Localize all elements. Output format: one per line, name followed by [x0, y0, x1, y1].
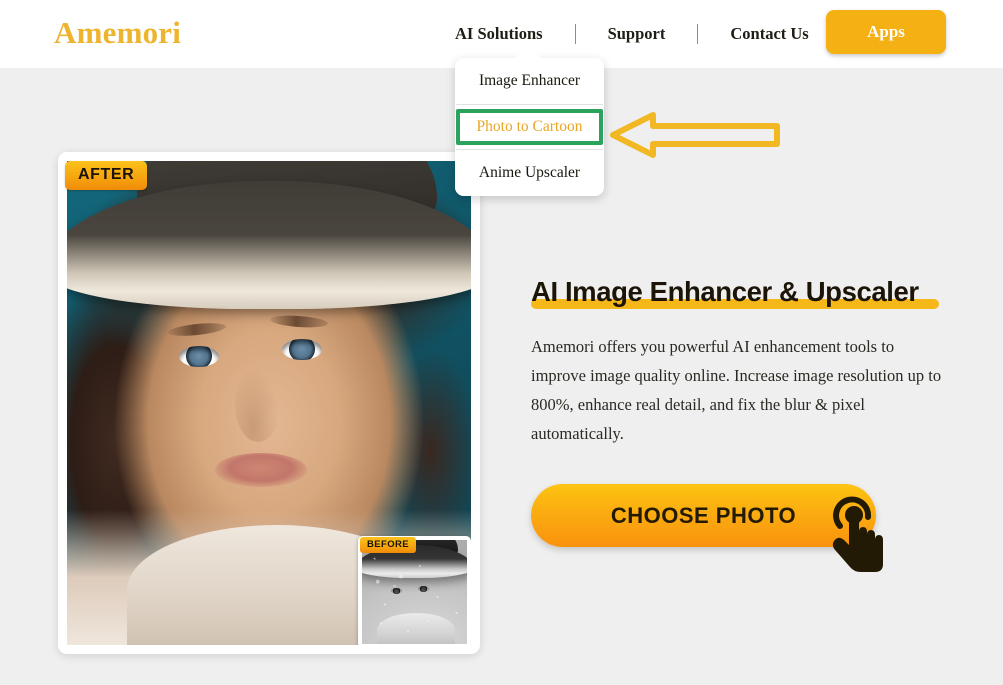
- nav-item-support[interactable]: Support: [608, 24, 666, 44]
- choose-photo-label: CHOOSE PHOTO: [610, 502, 797, 528]
- dropdown-item-anime-upscaler[interactable]: Anime Upscaler: [455, 150, 604, 196]
- dropdown-divider: [456, 104, 603, 105]
- site-logo[interactable]: Amemori: [54, 15, 181, 51]
- before-after-photo-card: AFTER BEFORE: [58, 152, 480, 654]
- nav-item-contact-us[interactable]: Contact Us: [730, 24, 808, 44]
- eye-right: [282, 339, 322, 360]
- nav-item-ai-solutions[interactable]: AI Solutions: [455, 24, 543, 44]
- headline-text: AI Image Enhancer & Upscaler: [531, 276, 919, 307]
- eyebrow-left: [167, 320, 227, 339]
- before-image: [362, 540, 467, 644]
- nav-divider: [697, 24, 699, 44]
- dropdown-item-photo-to-cartoon[interactable]: Photo to Cartoon: [456, 109, 603, 145]
- tap-hand-icon: [832, 496, 883, 572]
- lips: [215, 453, 307, 487]
- hat-brim: [67, 181, 471, 309]
- page-title: AI Image Enhancer & Upscaler: [531, 276, 939, 310]
- after-badge: AFTER: [65, 161, 148, 190]
- eye-left: [179, 346, 219, 367]
- before-thumbnail[interactable]: BEFORE: [358, 536, 471, 645]
- choose-photo-button[interactable]: CHOOSE PHOTO: [531, 484, 883, 572]
- before-badge: BEFORE: [360, 537, 416, 553]
- film-damage-overlay: [362, 540, 467, 644]
- ai-solutions-dropdown: Image Enhancer Photo to Cartoon Anime Up…: [455, 58, 604, 196]
- eyebrow-right: [269, 313, 329, 330]
- apps-button[interactable]: Apps: [826, 10, 946, 54]
- nav-divider: [574, 24, 576, 44]
- left-arrow-outline-icon: [610, 112, 780, 158]
- nose: [235, 366, 281, 442]
- primary-navigation: AI Solutions Support Contact Us: [455, 20, 809, 48]
- dropdown-item-image-enhancer[interactable]: Image Enhancer: [455, 58, 604, 104]
- hero-content: AI Image Enhancer & Upscaler Amemori off…: [531, 276, 951, 572]
- after-image: BEFORE: [67, 161, 471, 645]
- hero-description: Amemori offers you powerful AI enhanceme…: [531, 337, 942, 443]
